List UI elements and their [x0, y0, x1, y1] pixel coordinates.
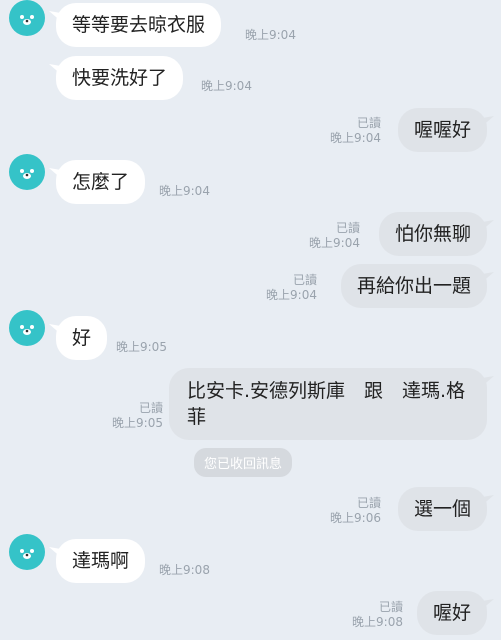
message-text: 怕你無聊: [394, 223, 471, 245]
retracted-message-notice: 您已收回訊息: [194, 448, 293, 477]
contact-avatar[interactable]: [9, 0, 45, 36]
bear-avatar-icon: [20, 549, 34, 559]
read-receipt: 已讀: [356, 116, 381, 130]
message-bubble-incoming[interactable]: 快要洗好了: [56, 56, 184, 100]
message-time: 晚上9:04: [309, 236, 360, 250]
message-bubble-incoming[interactable]: 怎麼了: [56, 160, 146, 204]
message-text: 喔喔好: [413, 119, 471, 141]
message-time: 晚上9:04: [201, 79, 252, 93]
bear-avatar-icon: [20, 325, 34, 335]
message-read-time: 已讀 晚上9:04: [330, 116, 381, 146]
message-time: 晚上9:04: [266, 288, 317, 302]
read-receipt: 已讀: [378, 600, 403, 614]
contact-avatar[interactable]: [9, 310, 45, 346]
message-bubble-incoming[interactable]: 達瑪啊: [56, 539, 146, 583]
message-time: 晚上9:04: [159, 184, 210, 198]
read-receipt: 已讀: [356, 496, 381, 510]
message-read-time: 已讀 晚上9:04: [266, 273, 317, 303]
message-bubble-outgoing[interactable]: 喔好: [416, 591, 487, 635]
message-text: 達瑪啊: [72, 550, 130, 572]
message-text: 怎麼了: [72, 171, 130, 193]
message-bubble-incoming[interactable]: 等等要去晾衣服: [56, 3, 222, 47]
message-bubble-outgoing[interactable]: 再給你出一題: [340, 264, 487, 308]
message-time: 晚上9:05: [112, 416, 163, 430]
message-time: 晚上9:05: [116, 340, 167, 354]
message-read-time: 已讀 晚上9:05: [112, 401, 163, 431]
message-time: 晚上9:06: [330, 511, 381, 525]
message-read-time: 已讀 晚上9:08: [352, 600, 403, 630]
contact-avatar[interactable]: [9, 154, 45, 190]
message-bubble-incoming[interactable]: 好: [56, 316, 108, 360]
message-bubble-outgoing[interactable]: 喔喔好: [397, 108, 487, 152]
message-bubble-outgoing[interactable]: 怕你無聊: [378, 212, 487, 256]
contact-avatar[interactable]: [9, 534, 45, 570]
message-text: 再給你出一題: [356, 275, 471, 297]
message-time: 晚上9:08: [352, 615, 403, 629]
message-text: 喔好: [432, 602, 471, 624]
message-time: 晚上9:04: [245, 28, 296, 42]
message-text: 等等要去晾衣服: [72, 14, 206, 36]
message-bubble-outgoing[interactable]: 選一個: [397, 487, 487, 531]
message-time: 晚上9:04: [330, 131, 381, 145]
message-text: 好: [72, 327, 92, 349]
message-text: 快要洗好了: [72, 67, 168, 89]
message-text: 比安卡.安德列斯庫 跟 達瑪.格菲: [187, 380, 466, 428]
message-text: 選一個: [413, 498, 471, 520]
bear-avatar-icon: [20, 169, 34, 179]
read-receipt: 已讀: [335, 221, 360, 235]
bear-avatar-icon: [20, 15, 34, 25]
message-bubble-outgoing[interactable]: 比安卡.安德列斯庫 跟 達瑪.格菲: [169, 368, 487, 440]
read-receipt: 已讀: [138, 401, 163, 415]
message-read-time: 已讀 晚上9:04: [309, 221, 360, 251]
message-time: 晚上9:08: [159, 563, 210, 577]
message-read-time: 已讀 晚上9:06: [330, 496, 381, 526]
read-receipt: 已讀: [292, 273, 317, 287]
